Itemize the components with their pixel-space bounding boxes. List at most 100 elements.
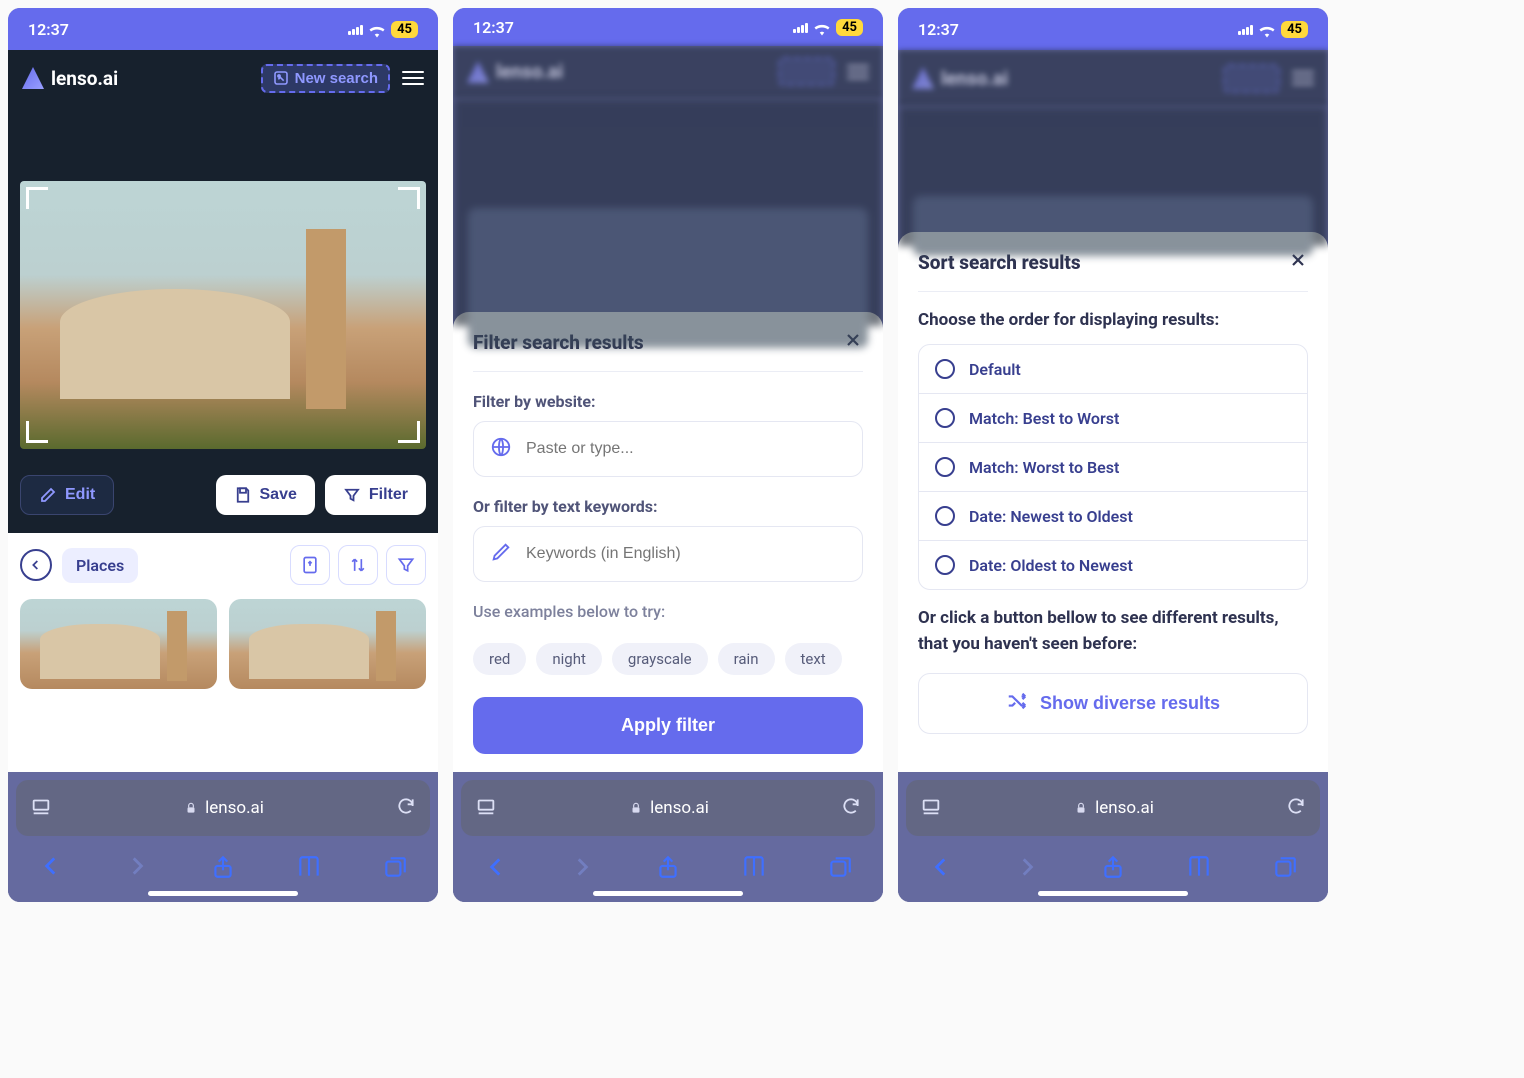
reload-icon[interactable] [1286,796,1306,820]
reload-icon[interactable] [841,796,861,820]
bookmarks-icon[interactable] [741,854,767,884]
battery-badge: 45 [391,21,418,38]
action-row: Edit Save Filter [8,467,438,533]
apply-filter-button[interactable]: Apply filter [473,697,863,754]
example-chip[interactable]: red [473,643,526,675]
app-header: lenso.ai New search [8,50,438,106]
backdrop[interactable] [453,98,883,326]
reader-icon[interactable] [475,795,497,821]
back-button[interactable] [20,549,52,581]
example-chip[interactable]: grayscale [612,643,708,675]
safari-address-bar[interactable]: lenso.ai [461,780,875,836]
bookmarks-icon[interactable] [296,854,322,884]
radio-icon [935,408,955,428]
sort-option[interactable]: Date: Oldest to Newest [919,541,1307,589]
pencil-icon [490,541,512,567]
filter-button[interactable]: Filter [325,475,426,515]
battery-badge: 45 [1281,21,1308,38]
category-tag[interactable]: Places [62,548,138,583]
sort-option[interactable]: Date: Newest to Oldest [919,492,1307,541]
reader-icon[interactable] [920,795,942,821]
sort-button[interactable] [338,545,378,585]
safari-address-bar[interactable]: lenso.ai [906,780,1320,836]
sort-option[interactable]: Default [919,345,1307,394]
examples-row: red night grayscale rain text [473,643,863,675]
share-icon[interactable] [210,854,236,884]
result-thumbs [20,599,426,689]
home-indicator[interactable] [593,891,743,896]
back-icon[interactable] [38,853,64,885]
new-search-label: New search [295,70,378,87]
tabs-icon[interactable] [382,854,408,884]
search-image-preview[interactable] [20,181,426,449]
radio-icon [935,555,955,575]
safari-domain: lenso.ai [1095,798,1154,818]
brand[interactable]: lenso.ai [22,67,118,90]
forward-icon [569,854,595,884]
safari-address-bar[interactable]: lenso.ai [16,780,430,836]
back-icon[interactable] [928,854,954,884]
edit-button[interactable]: Edit [20,475,114,515]
filter-keywords-label: Or filter by text keywords: [473,497,863,516]
diverse-prompt: Or click a button bellow to see differen… [918,606,1308,657]
sort-desc: Choose the order for displaying results: [918,310,1308,330]
website-input-wrap[interactable] [473,421,863,477]
signal-icon [793,21,808,33]
sort-option[interactable]: Match: Worst to Best [919,443,1307,492]
phone-screen-2: 12:37 45 lenso.ai Filter search results … [453,8,883,902]
forward-icon [1014,854,1040,884]
keywords-input-wrap[interactable] [473,526,863,582]
keywords-input[interactable] [526,545,846,563]
tabs-icon[interactable] [1272,854,1298,884]
shuffle-icon [1006,690,1028,717]
tabs-icon[interactable] [827,854,853,884]
result-thumb[interactable] [20,599,217,689]
filter-icon [343,486,361,504]
save-button[interactable]: Save [216,475,315,515]
wifi-icon [368,23,386,36]
result-thumb[interactable] [229,599,426,689]
sort-option-label: Match: Worst to Best [969,458,1119,477]
radio-icon [935,359,955,379]
wifi-icon [1258,23,1276,36]
examples-label: Use examples below to try: [473,602,863,621]
share-icon[interactable] [1100,854,1126,884]
filter-label: Filter [369,486,408,504]
edit-icon [39,486,57,504]
status-bar: 12:37 45 [453,8,883,46]
reload-icon[interactable] [396,796,416,820]
sort-option[interactable]: Match: Best to Worst [919,394,1307,443]
reader-icon[interactable] [30,795,52,821]
sort-option-label: Date: Newest to Oldest [969,507,1133,526]
example-chip[interactable]: rain [718,643,775,675]
brand-logo-icon [22,67,44,89]
filter-website-label: Filter by website: [473,392,863,411]
website-input[interactable] [526,440,846,458]
new-search-button[interactable]: New search [261,64,390,93]
edit-label: Edit [65,486,95,504]
share-icon[interactable] [655,854,681,884]
status-bar: 12:37 45 [8,8,438,50]
back-icon[interactable] [483,854,509,884]
menu-icon[interactable] [402,71,424,85]
export-button[interactable] [290,545,330,585]
example-chip[interactable]: text [785,643,842,675]
app-header-blurred: lenso.ai [453,46,883,97]
home-indicator[interactable] [148,891,298,896]
results-section: Places [8,533,438,772]
backdrop[interactable] [898,106,1328,246]
filter-sheet: Filter search results Filter by website:… [453,312,883,772]
example-chip[interactable]: night [536,643,602,675]
show-diverse-button[interactable]: Show diverse results [918,673,1308,734]
lock-icon [184,801,198,815]
sort-option-label: Date: Oldest to Newest [969,556,1133,575]
home-indicator[interactable] [1038,891,1188,896]
bookmarks-icon[interactable] [1186,854,1212,884]
sort-options: Default Match: Best to Worst Match: Wors… [918,344,1308,590]
status-bar: 12:37 45 [898,8,1328,50]
sort-sheet: Sort search results Choose the order for… [898,232,1328,772]
forward-icon [124,853,150,885]
save-icon [234,486,252,504]
radio-icon [935,506,955,526]
filter-results-button[interactable] [386,545,426,585]
